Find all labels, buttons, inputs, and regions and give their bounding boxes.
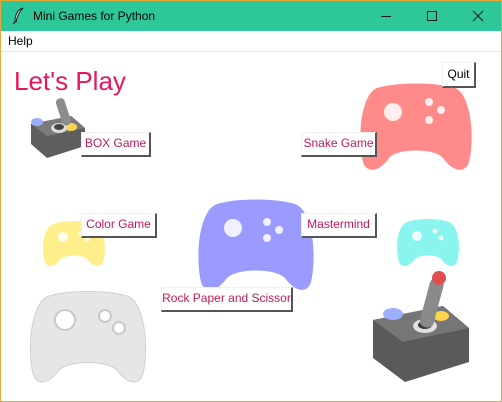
gamepad-icon bbox=[198, 199, 314, 290]
joystick-icon bbox=[31, 98, 85, 158]
menu-help[interactable]: Help bbox=[8, 34, 33, 48]
close-icon bbox=[472, 10, 484, 22]
rock-paper-scissor-button[interactable]: Rock Paper and Scissor bbox=[161, 287, 293, 312]
gamepad-icon bbox=[397, 219, 459, 266]
feather-icon bbox=[12, 7, 24, 25]
gamepad-icon bbox=[29, 291, 147, 383]
gamepad-icon bbox=[360, 83, 472, 170]
maximize-button[interactable] bbox=[409, 1, 455, 31]
snake-game-button[interactable]: Snake Game bbox=[301, 132, 377, 157]
minimize-button[interactable] bbox=[363, 1, 409, 31]
menu-bar: Help bbox=[1, 31, 501, 52]
color-game-button[interactable]: Color Game bbox=[81, 213, 157, 238]
close-button[interactable] bbox=[455, 1, 501, 31]
joystick-icon bbox=[373, 271, 469, 382]
title-bar[interactable]: Mini Games for Python bbox=[1, 1, 501, 31]
game-canvas: Let's Play Quit BOX Game Snake Game Colo… bbox=[1, 52, 501, 401]
app-window: Mini Games for Python Help Let's Play Qu… bbox=[0, 0, 502, 402]
mastermind-button[interactable]: Mastermind bbox=[301, 213, 377, 238]
maximize-icon bbox=[427, 11, 437, 21]
window-title: Mini Games for Python bbox=[33, 9, 156, 23]
box-game-button[interactable]: BOX Game bbox=[81, 132, 151, 157]
minimize-icon bbox=[381, 16, 391, 17]
page-title: Let's Play bbox=[14, 66, 126, 96]
quit-button[interactable]: Quit bbox=[442, 62, 476, 88]
